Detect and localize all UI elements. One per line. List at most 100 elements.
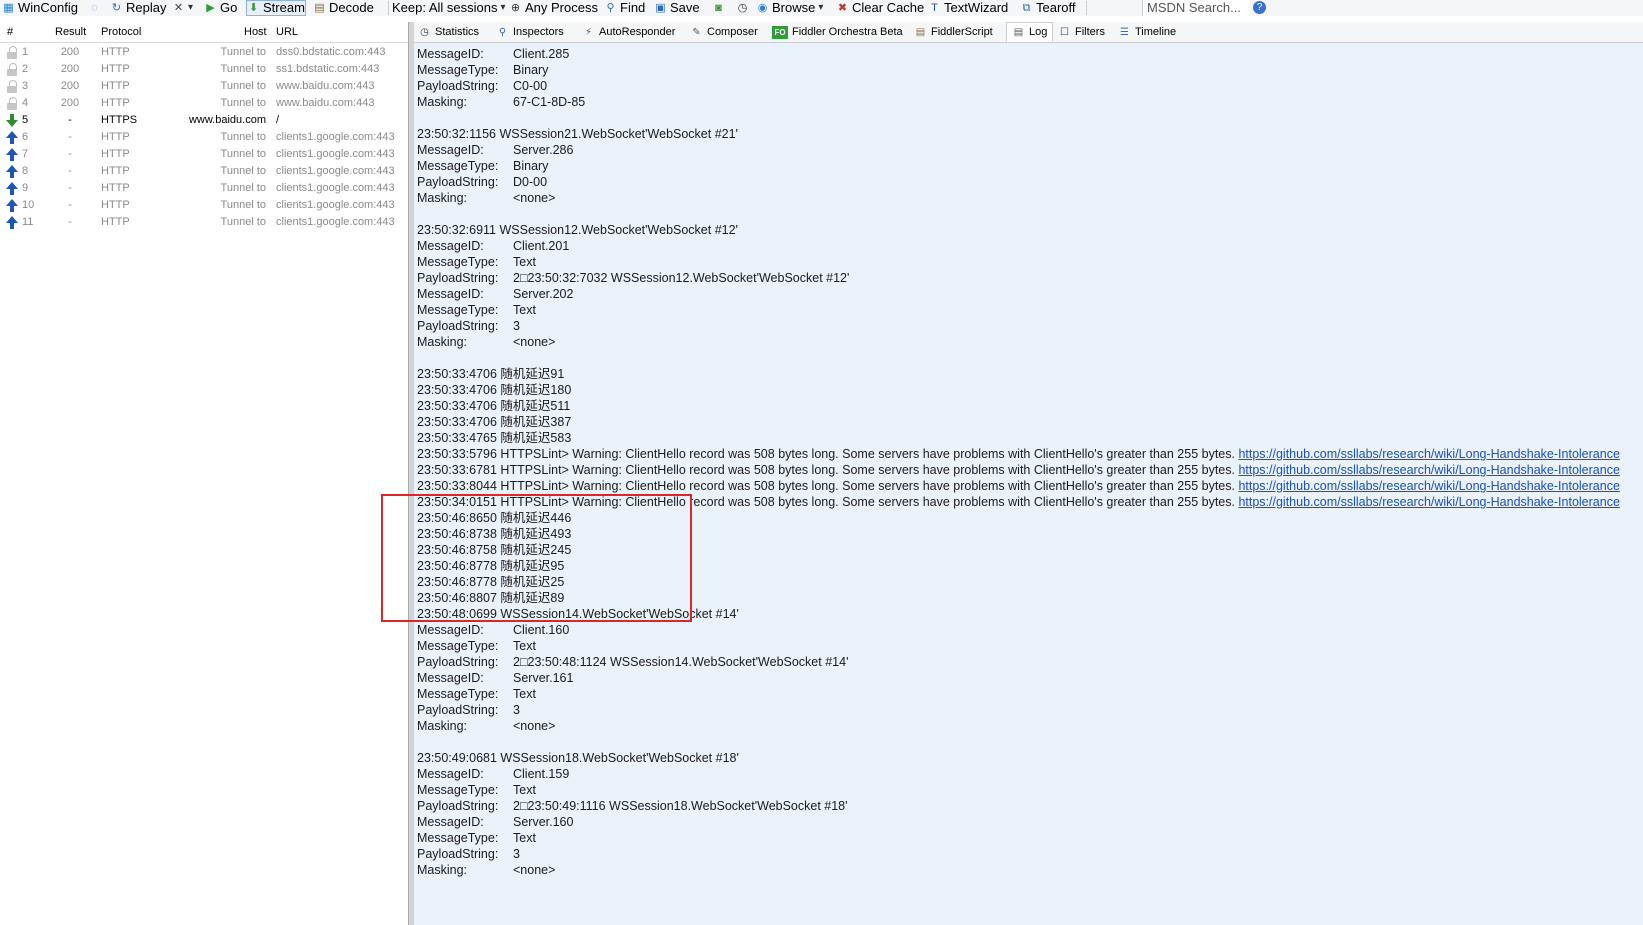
upload-arrow-icon <box>6 182 18 195</box>
tab-fiddler-orchestra-beta[interactable]: FO Fiddler Orchestra Beta <box>772 22 903 42</box>
tab-timeline[interactable]: ☰ Timeline <box>1118 22 1176 42</box>
clear-cache-icon: ✖ <box>837 1 848 14</box>
lock-icon <box>6 63 18 76</box>
log-key: MessageID: <box>417 623 484 637</box>
log-link[interactable]: https://github.com/ssllabs/research/wiki… <box>1238 463 1619 477</box>
log-key: MessageType: <box>417 783 499 797</box>
session-result: - <box>68 114 72 126</box>
session-row[interactable]: 9 - HTTP Tunnel to clients1.google.com:443 <box>0 180 408 197</box>
msdn-search-input[interactable]: MSDN Search... <box>1142 0 1250 16</box>
log-key: MessageType: <box>417 831 499 845</box>
toolbar-tearoff-button[interactable]: ⧉ Tearoff <box>1020 0 1076 16</box>
log-text: 23:50:33:8044 HTTPSLint> Warning: Client… <box>417 479 1239 493</box>
log-line: MessageID: Client.201 <box>417 238 569 254</box>
tab-log[interactable]: ▤ Log <box>1006 22 1054 42</box>
inspectors-icon: ⚲ <box>498 26 507 38</box>
session-protocol: HTTP <box>101 165 130 177</box>
session-row[interactable]: 4 200 HTTP Tunnel to www.baidu.com:443 <box>0 95 408 112</box>
log-line: 23:50:33:4706 随机延迟387 <box>417 414 571 430</box>
download-arrow-icon <box>6 114 18 127</box>
log-link[interactable]: https://github.com/ssllabs/research/wiki… <box>1238 495 1619 509</box>
chevron-down-icon[interactable]: ▾ <box>188 0 193 16</box>
log-key: MessageID: <box>417 287 484 301</box>
toolbar-go-button[interactable]: ▶ Go <box>204 0 237 16</box>
chevron-down-icon[interactable]: ▾ <box>818 0 823 16</box>
session-row[interactable]: 6 - HTTP Tunnel to clients1.google.com:443 <box>0 129 408 146</box>
log-panel[interactable]: MessageID: Client.285 MessageType: Binary Pa… <box>414 43 1643 925</box>
toolbar-camera-button[interactable]: ◙ <box>712 0 725 16</box>
toolbar-clear-cache-button[interactable]: ✖ Clear Cache <box>836 0 924 16</box>
log-link[interactable]: https://github.com/ssllabs/research/wiki… <box>1238 447 1619 461</box>
column-header-url[interactable]: URL <box>276 22 298 42</box>
statistics-icon: ◷ <box>420 26 429 38</box>
column-header-result[interactable]: Result <box>55 22 86 42</box>
toolbar-winconfig-button[interactable]: ▦ WinConfig <box>2 0 78 16</box>
log-line: Masking: <none> <box>417 190 555 206</box>
toolbar-textwizard-button[interactable]: T TextWizard <box>928 0 1008 16</box>
toolbar-browse-button[interactable]: ◉ Browse ▾ <box>756 0 824 16</box>
session-protocol: HTTP <box>101 80 130 92</box>
session-result: 200 <box>60 63 80 75</box>
log-line: PayloadString: C0-00 <box>417 78 547 94</box>
log-text: 23:50:33:4765 随机延迟583 <box>417 431 572 445</box>
tab-autoresponder[interactable]: ⚡ AutoResponder <box>582 22 675 42</box>
session-row[interactable]: 5 - HTTPS www.baidu.com / <box>0 112 408 129</box>
toolbar-save-button[interactable]: ▣ Save <box>654 0 700 16</box>
globe-icon: ◉ <box>757 1 768 14</box>
session-row[interactable]: 3 200 HTTP Tunnel to www.baidu.com:443 <box>0 78 408 95</box>
log-line: MessageType: Text <box>417 830 536 846</box>
session-row[interactable]: 1 200 HTTP Tunnel to dss0.bdstatic.com:443 <box>0 44 408 61</box>
log-key: Masking: <box>417 335 468 349</box>
session-result: - <box>68 182 72 194</box>
sessions-header: # Result Protocol Host URL <box>0 22 408 43</box>
tab-label: FiddlerScript <box>931 26 993 38</box>
help-icon[interactable]: ? <box>1253 1 1266 14</box>
windows-icon: ▦ <box>3 1 14 14</box>
log-key: PayloadString: <box>417 847 499 861</box>
log-link[interactable]: https://github.com/ssllabs/research/wiki… <box>1238 479 1619 493</box>
timeline-icon: ☰ <box>1120 26 1129 38</box>
binoculars-icon: ⚲ <box>606 1 615 14</box>
toolbar-find-button[interactable]: ⚲ Find <box>604 0 645 16</box>
tab-composer[interactable]: ✎ Composer <box>690 22 757 42</box>
tab-statistics[interactable]: ◷ Statistics <box>418 22 479 42</box>
session-row[interactable]: 8 - HTTP Tunnel to clients1.google.com:443 <box>0 163 408 180</box>
session-row[interactable]: 11 - HTTP Tunnel to clients1.google.com:443 <box>0 214 408 231</box>
log-line: PayloadString: D0-00 <box>417 174 547 190</box>
toolbar-decode-button[interactable]: ▤ Decode <box>313 0 374 16</box>
log-line: MessageType: Text <box>417 254 536 270</box>
session-url: www.baidu.com:443 <box>276 80 375 92</box>
toolbar-comment-button[interactable]: ◌ <box>88 0 101 16</box>
session-row[interactable]: 7 - HTTP Tunnel to clients1.google.com:443 <box>0 146 408 163</box>
log-value: <none> <box>513 335 556 349</box>
toolbar-timer-button[interactable]: ◷ <box>736 0 749 16</box>
session-protocol: HTTP <box>101 63 130 75</box>
log-line: Masking: <none> <box>417 334 555 350</box>
log-key: PayloadString: <box>417 271 499 285</box>
toolbar-label: Save <box>670 0 700 15</box>
log-key: Masking: <box>417 863 468 877</box>
toolbar-any-process-button[interactable]: ⊕ Any Process <box>509 0 598 16</box>
column-header-host[interactable]: Host <box>244 22 267 42</box>
toolbar-label: WinConfig <box>18 0 78 15</box>
toolbar-label: TextWizard <box>944 0 1009 15</box>
fo-icon: FO <box>772 25 788 39</box>
tab-inspectors[interactable]: ⚲ Inspectors <box>496 22 564 42</box>
session-row[interactable]: 2 200 HTTP Tunnel to ss1.bdstatic.com:443 <box>0 61 408 78</box>
toolbar-stream-button[interactable]: ⬇ Stream <box>246 0 306 16</box>
tab-fiddlerscript[interactable]: ▤ FiddlerScript <box>914 22 993 42</box>
session-number: 4 <box>22 97 29 109</box>
session-protocol: HTTP <box>101 131 130 143</box>
log-key: MessageID: <box>417 47 484 61</box>
toolbar-replay-button[interactable]: ↻ Replay <box>110 0 167 16</box>
column-header-number[interactable]: # <box>7 22 13 42</box>
tab-filters[interactable]: ☐ Filters <box>1058 22 1105 42</box>
toolbar-remove-button[interactable]: ✕ ▾ <box>172 0 193 16</box>
toolbar-keep-all-sessions-button[interactable]: Keep: All sessions ▾ <box>392 0 506 16</box>
chevron-down-icon[interactable]: ▾ <box>501 0 506 16</box>
session-number: 11 <box>22 216 34 228</box>
column-header-protocol[interactable]: Protocol <box>101 22 141 42</box>
sessions-list[interactable]: # Result Protocol Host URL 1 200 HTTP Tunne… <box>0 22 409 925</box>
session-row[interactable]: 10 - HTTP Tunnel to clients1.google.com:443 <box>0 197 408 214</box>
log-text: 23:50:32:1156 WSSession21.WebSocket'WebS… <box>417 127 738 141</box>
